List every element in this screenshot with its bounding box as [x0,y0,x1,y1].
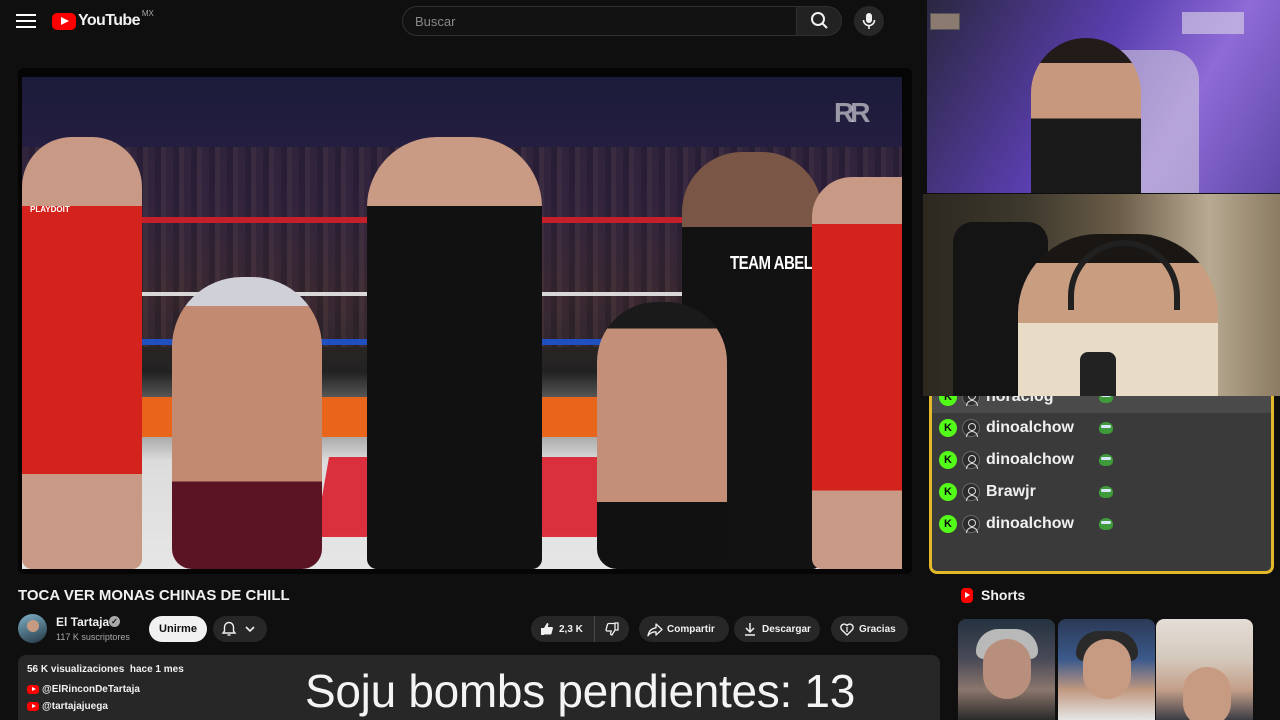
wall-decor [1182,12,1244,34]
youtube-icon [27,702,39,711]
thumbnail-face [1083,639,1131,699]
description-link[interactable]: @tartajajuega [27,701,108,712]
channel-avatar[interactable] [18,614,47,643]
user-icon [962,396,980,406]
chat-username: horaciog [986,396,1054,405]
short-thumbnail[interactable] [1058,619,1155,720]
pepe-emote-icon [1099,518,1113,530]
microphone [1080,352,1116,396]
voice-search-button[interactable] [854,6,884,36]
video-frame: PLAYDOIT TEAM ABELITO RR [22,77,902,569]
thanks-button[interactable]: Gracias [831,616,908,642]
notifications-button[interactable] [213,616,267,642]
download-button[interactable]: Descargar [734,616,820,642]
mini-cam-thumbnail [930,13,960,30]
search-button[interactable] [796,6,842,36]
search-icon [811,12,828,29]
user-icon [962,451,980,469]
kick-badge-icon: K [939,483,957,501]
broadcast-watermark-icon: RR [834,97,871,128]
search-box [402,6,796,36]
chat-username: dinoalchow [986,451,1074,468]
video-title: TOCA VER MONAS CHINAS DE CHILL [18,587,290,604]
shorts-header: Shorts [961,587,1025,603]
chat-username: dinoalchow [986,419,1074,436]
short-thumbnail[interactable] [1156,619,1253,720]
share-button[interactable]: Compartir [639,616,729,642]
user-icon [962,515,980,533]
video-player[interactable]: PLAYDOIT TEAM ABELITO RR [18,68,912,574]
chat-row: K dinoalchow [932,444,1271,476]
youtube-play-icon [52,12,76,30]
subscriber-count: 117 K suscriptores [56,632,130,642]
top-bar: YouTube MX [0,0,920,44]
kick-badge-icon: K [939,396,957,406]
thumbnail-face [983,639,1031,699]
kick-badge-icon: K [939,515,957,533]
chat-overlay: K horaciog K dinoalchow K dinoalchow K B… [929,396,1274,574]
streamer [1031,38,1141,193]
shorts-icon [961,587,973,603]
pepe-emote-icon [1099,454,1113,466]
logo-country-code: MX [141,9,154,18]
upload-date: hace 1 mes [129,664,184,675]
channel-name[interactable]: El Tartaja [56,615,109,629]
thumbs-down-icon [605,622,619,636]
microphone-icon [862,13,876,29]
view-count: 56 K visualizaciones [27,664,125,675]
link-text: @ElRinconDeTartaja [42,684,140,695]
chat-username: Brawjr [986,483,1036,500]
thanks-label: Gracias [859,623,896,635]
description-link[interactable]: @ElRinconDeTartaja [27,684,140,695]
download-label: Descargar [762,623,811,635]
share-icon [647,623,663,637]
link-text: @tartajajuega [42,701,108,712]
pepe-emote-icon [1099,396,1113,403]
chevron-down-icon [245,626,255,633]
join-button[interactable]: Unirme [149,616,207,642]
referee [367,137,542,569]
ring-girl-logo: PLAYDOIT [30,205,70,214]
webcam-top [927,0,1280,193]
share-label: Compartir [667,623,715,635]
chat-row: K Brawjr [932,476,1271,508]
chat-row: K dinoalchow [932,508,1271,540]
boxer-left [172,277,322,569]
kick-badge-icon: K [939,419,957,437]
download-icon [745,623,755,636]
kick-badge-icon: K [939,451,957,469]
chat-row: K horaciog [932,396,1271,413]
ring-girl-right [812,177,902,569]
ring-girl-left [22,137,142,569]
user-icon [962,483,980,501]
like-dislike-group: 2,3 K [531,616,629,642]
logo-text: YouTube [78,12,140,29]
boxer-right [597,302,727,569]
search-input[interactable] [403,7,796,35]
super-thanks-icon [840,623,854,636]
youtube-icon [27,685,39,694]
like-button[interactable]: 2,3 K [531,616,595,642]
chat-username: dinoalchow [986,515,1074,532]
menu-icon[interactable] [14,11,38,31]
webcam-middle [923,194,1280,396]
shorts-title: Shorts [981,587,1026,603]
thumbs-up-icon [541,623,553,635]
view-count-and-date: 56 K visualizaciones hace 1 mes [27,664,184,675]
youtube-logo[interactable]: YouTube MX [52,9,154,32]
like-count: 2,3 K [559,623,583,635]
thumbnail-face [1183,667,1231,720]
pepe-emote-icon [1099,486,1113,498]
verified-icon: ✓ [109,616,120,627]
user-icon [962,419,980,437]
dislike-button[interactable] [595,616,629,642]
chat-row: K dinoalchow [932,412,1271,444]
pepe-emote-icon [1099,422,1113,434]
stream-overlay-counter: Soju bombs pendientes: 13 [305,665,856,717]
short-thumbnail[interactable] [958,619,1055,720]
